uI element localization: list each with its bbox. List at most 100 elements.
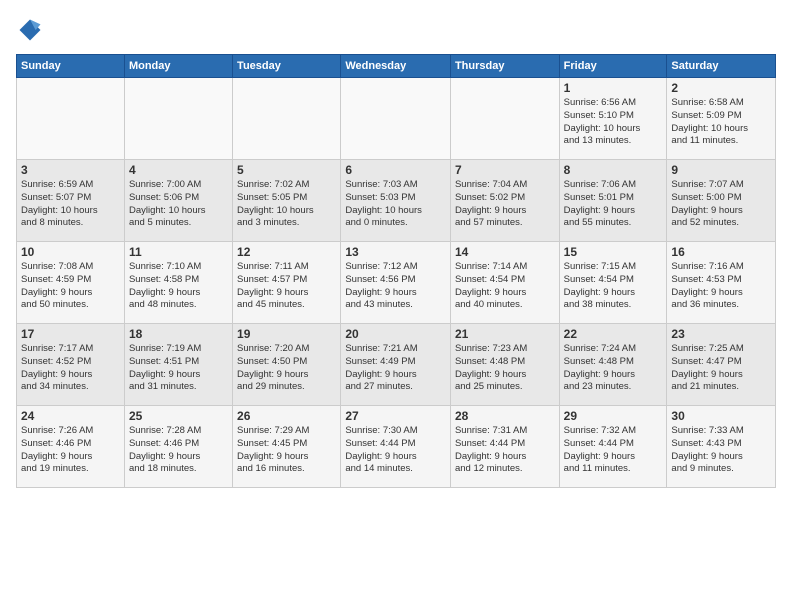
day-info: Sunrise: 7:30 AM Sunset: 4:44 PM Dayligh… (345, 425, 446, 476)
header-day-monday: Monday (124, 55, 232, 78)
day-number: 1 (564, 81, 663, 95)
day-number: 22 (564, 327, 663, 341)
header-day-saturday: Saturday (667, 55, 776, 78)
week-row-1: 3 Sunrise: 6:59 AM Sunset: 5:07 PM Daylig… (17, 160, 776, 242)
day-number: 28 (455, 409, 555, 423)
week-row-4: 24 Sunrise: 7:26 AM Sunset: 4:46 PM Dayli… (17, 406, 776, 488)
calendar-cell: 19 Sunrise: 7:20 AM Sunset: 4:50 PM Dayli… (233, 324, 341, 406)
day-number: 26 (237, 409, 336, 423)
day-info: Sunrise: 7:28 AM Sunset: 4:46 PM Dayligh… (129, 425, 228, 476)
header-day-tuesday: Tuesday (233, 55, 341, 78)
day-info: Sunrise: 7:20 AM Sunset: 4:50 PM Dayligh… (237, 343, 336, 394)
day-number: 13 (345, 245, 446, 259)
day-number: 27 (345, 409, 446, 423)
day-info: Sunrise: 7:26 AM Sunset: 4:46 PM Dayligh… (21, 425, 120, 476)
calendar-cell: 15Sunrise: 7:15 AM Sunset: 4:54 PM Dayli… (559, 242, 667, 324)
day-info: Sunrise: 7:07 AM Sunset: 5:00 PM Dayligh… (671, 179, 771, 230)
day-info: Sunrise: 7:12 AM Sunset: 4:56 PM Dayligh… (345, 261, 446, 312)
logo-icon (16, 16, 44, 44)
day-info: Sunrise: 7:06 AM Sunset: 5:01 PM Dayligh… (564, 179, 663, 230)
day-info: Sunrise: 7:10 AM Sunset: 4:58 PM Dayligh… (129, 261, 228, 312)
calendar-cell (450, 78, 559, 160)
calendar-cell: 23 Sunrise: 7:25 AM Sunset: 4:47 PM Dayli… (667, 324, 776, 406)
calendar-cell: 30 Sunrise: 7:33 AM Sunset: 4:43 PM Dayli… (667, 406, 776, 488)
page: SundayMondayTuesdayWednesdayThursdayFrid… (0, 0, 792, 496)
day-info: Sunrise: 7:23 AM Sunset: 4:48 PM Dayligh… (455, 343, 555, 394)
logo (16, 16, 48, 44)
day-info: Sunrise: 7:29 AM Sunset: 4:45 PM Dayligh… (237, 425, 336, 476)
day-number: 21 (455, 327, 555, 341)
header-day-thursday: Thursday (450, 55, 559, 78)
calendar-cell: 25 Sunrise: 7:28 AM Sunset: 4:46 PM Dayli… (124, 406, 232, 488)
calendar-cell (233, 78, 341, 160)
day-number: 16 (671, 245, 771, 259)
header-day-wednesday: Wednesday (341, 55, 451, 78)
day-number: 19 (237, 327, 336, 341)
header-day-friday: Friday (559, 55, 667, 78)
day-info: Sunrise: 7:25 AM Sunset: 4:47 PM Dayligh… (671, 343, 771, 394)
calendar-cell: 13 Sunrise: 7:12 AM Sunset: 4:56 PM Dayli… (341, 242, 451, 324)
day-info: Sunrise: 6:59 AM Sunset: 5:07 PM Dayligh… (21, 179, 120, 230)
calendar-cell: 20 Sunrise: 7:21 AM Sunset: 4:49 PM Dayli… (341, 324, 451, 406)
day-info: Sunrise: 7:00 AM Sunset: 5:06 PM Dayligh… (129, 179, 228, 230)
calendar-cell: 9 Sunrise: 7:07 AM Sunset: 5:00 PM Daylig… (667, 160, 776, 242)
day-number: 6 (345, 163, 446, 177)
calendar-cell: 5Sunrise: 7:02 AM Sunset: 5:05 PM Daylig… (233, 160, 341, 242)
day-info: Sunrise: 6:56 AM Sunset: 5:10 PM Dayligh… (564, 97, 663, 148)
day-number: 4 (129, 163, 228, 177)
day-number: 24 (21, 409, 120, 423)
calendar-cell: 24 Sunrise: 7:26 AM Sunset: 4:46 PM Dayli… (17, 406, 125, 488)
calendar-cell: 29 Sunrise: 7:32 AM Sunset: 4:44 PM Dayli… (559, 406, 667, 488)
calendar-body: 1 Sunrise: 6:56 AM Sunset: 5:10 PM Daylig… (17, 78, 776, 488)
header (16, 16, 776, 44)
day-number: 11 (129, 245, 228, 259)
calendar-cell (17, 78, 125, 160)
day-number: 25 (129, 409, 228, 423)
day-info: Sunrise: 7:04 AM Sunset: 5:02 PM Dayligh… (455, 179, 555, 230)
day-number: 9 (671, 163, 771, 177)
calendar-cell: 7 Sunrise: 7:04 AM Sunset: 5:02 PM Daylig… (450, 160, 559, 242)
day-number: 7 (455, 163, 555, 177)
day-number: 30 (671, 409, 771, 423)
day-info: Sunrise: 7:32 AM Sunset: 4:44 PM Dayligh… (564, 425, 663, 476)
week-row-0: 1 Sunrise: 6:56 AM Sunset: 5:10 PM Daylig… (17, 78, 776, 160)
day-info: Sunrise: 7:33 AM Sunset: 4:43 PM Dayligh… (671, 425, 771, 476)
day-info: Sunrise: 7:11 AM Sunset: 4:57 PM Dayligh… (237, 261, 336, 312)
calendar-cell: 10 Sunrise: 7:08 AM Sunset: 4:59 PM Dayli… (17, 242, 125, 324)
day-info: Sunrise: 7:21 AM Sunset: 4:49 PM Dayligh… (345, 343, 446, 394)
calendar-table: SundayMondayTuesdayWednesdayThursdayFrid… (16, 54, 776, 488)
day-info: Sunrise: 7:08 AM Sunset: 4:59 PM Dayligh… (21, 261, 120, 312)
calendar-cell: 2Sunrise: 6:58 AM Sunset: 5:09 PM Daylig… (667, 78, 776, 160)
day-number: 23 (671, 327, 771, 341)
week-row-3: 17Sunrise: 7:17 AM Sunset: 4:52 PM Dayli… (17, 324, 776, 406)
day-info: Sunrise: 7:02 AM Sunset: 5:05 PM Dayligh… (237, 179, 336, 230)
week-row-2: 10 Sunrise: 7:08 AM Sunset: 4:59 PM Dayli… (17, 242, 776, 324)
calendar-cell: 18 Sunrise: 7:19 AM Sunset: 4:51 PM Dayli… (124, 324, 232, 406)
day-info: Sunrise: 7:19 AM Sunset: 4:51 PM Dayligh… (129, 343, 228, 394)
day-info: Sunrise: 7:16 AM Sunset: 4:53 PM Dayligh… (671, 261, 771, 312)
calendar-cell: 8 Sunrise: 7:06 AM Sunset: 5:01 PM Daylig… (559, 160, 667, 242)
calendar-cell: 6Sunrise: 7:03 AM Sunset: 5:03 PM Daylig… (341, 160, 451, 242)
day-info: Sunrise: 6:58 AM Sunset: 5:09 PM Dayligh… (671, 97, 771, 148)
day-number: 3 (21, 163, 120, 177)
day-number: 8 (564, 163, 663, 177)
calendar-cell: 17Sunrise: 7:17 AM Sunset: 4:52 PM Dayli… (17, 324, 125, 406)
calendar-cell: 21 Sunrise: 7:23 AM Sunset: 4:48 PM Dayli… (450, 324, 559, 406)
day-info: Sunrise: 7:14 AM Sunset: 4:54 PM Dayligh… (455, 261, 555, 312)
day-number: 29 (564, 409, 663, 423)
calendar-cell: 12Sunrise: 7:11 AM Sunset: 4:57 PM Dayli… (233, 242, 341, 324)
calendar-cell (341, 78, 451, 160)
day-number: 17 (21, 327, 120, 341)
day-number: 18 (129, 327, 228, 341)
calendar-header: SundayMondayTuesdayWednesdayThursdayFrid… (17, 55, 776, 78)
calendar-cell: 26 Sunrise: 7:29 AM Sunset: 4:45 PM Dayli… (233, 406, 341, 488)
calendar-cell: 11 Sunrise: 7:10 AM Sunset: 4:58 PM Dayli… (124, 242, 232, 324)
calendar-cell: 28Sunrise: 7:31 AM Sunset: 4:44 PM Dayli… (450, 406, 559, 488)
calendar-cell (124, 78, 232, 160)
day-number: 14 (455, 245, 555, 259)
calendar-cell: 1 Sunrise: 6:56 AM Sunset: 5:10 PM Daylig… (559, 78, 667, 160)
day-number: 10 (21, 245, 120, 259)
header-day-sunday: Sunday (17, 55, 125, 78)
day-info: Sunrise: 7:15 AM Sunset: 4:54 PM Dayligh… (564, 261, 663, 312)
day-number: 20 (345, 327, 446, 341)
